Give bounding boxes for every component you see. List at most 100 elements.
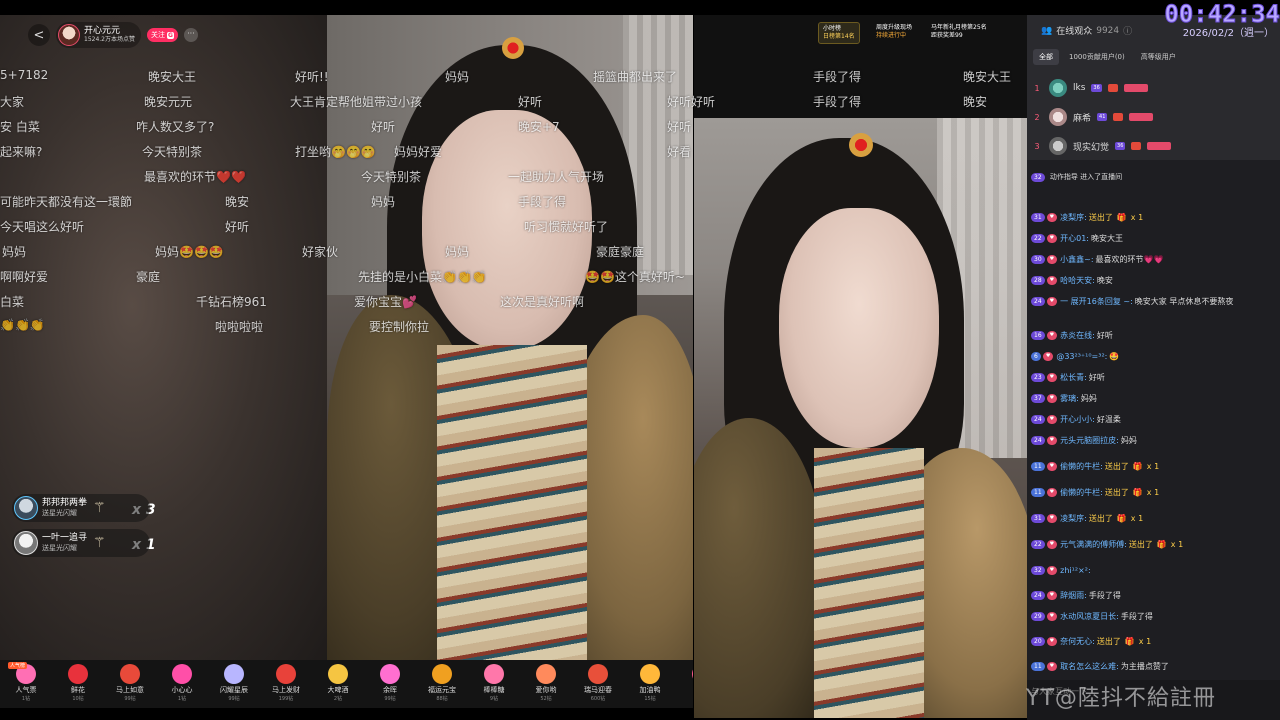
viewer-row[interactable]: 1 lks 36 [1027, 75, 1280, 101]
screen-root: < 开心元元 1524.2万本场点赞 关注 G ··· 5+7182 晚安大王 好听… [0, 0, 1280, 720]
chat-username[interactable]: 水动风凉夏日长: [1060, 612, 1119, 621]
gift-desc: 送星光闪耀 [42, 509, 77, 517]
tab-high-level[interactable]: 高等级用户 [1135, 49, 1182, 65]
level-badge: 24 [1031, 297, 1045, 306]
danmaku-message: 咋人数又多了? [136, 120, 215, 134]
fan-badge: ♥ [1046, 591, 1058, 600]
chat-username[interactable]: 开心小小: [1060, 415, 1095, 424]
pill-line: 距获奖差99 [931, 32, 963, 39]
gift-item[interactable]: 余晖 99钻 [364, 660, 416, 708]
danmaku-message: 一起助力人气开场 [508, 170, 605, 184]
chat-message[interactable]: 6 ♥ @33²³⁺¹⁰=³²: 🤩 [1031, 351, 1276, 362]
gift-label: 瑞马迎春 [584, 686, 612, 694]
gift-item[interactable]: 瑞马迎春 600钻 [572, 660, 624, 708]
gift-item[interactable]: 棒棒糖 9钻 [468, 660, 520, 708]
chat-message[interactable]: 29 ♥ 水动风凉夏日长: 手段了得 [1031, 611, 1276, 622]
gift-item[interactable]: 爱你哟 52钻 [520, 660, 572, 708]
gift-item[interactable]: 大啤酒 2钻 [312, 660, 364, 708]
chat-username[interactable]: 小鑫鑫~: [1060, 255, 1093, 264]
chat-message[interactable]: 24 ♥ 辞烟雨: 手段了得 [1031, 590, 1276, 601]
chat-username[interactable]: 松长青: [1060, 373, 1087, 382]
chat-message[interactable]: 24 ♥ 元头元脑圈拉皮: 妈妈 [1031, 435, 1276, 446]
gift-item[interactable]: 比心 [676, 660, 693, 708]
chat-message[interactable]: 31 ♥ 凌梨序: 送出了 🎁 x 1 [1031, 212, 1276, 223]
stream-video[interactable] [327, 15, 693, 660]
chat-text: 好听 [1088, 373, 1105, 382]
danmaku-message: 白菜 [0, 295, 25, 309]
chat-message[interactable]: 11 ♥ 偷懒的牛栏: 送出了 🎁 x 1 [1031, 487, 1276, 498]
gift-item[interactable]: 鲜花 10钻 [52, 660, 104, 708]
viewer-row[interactable]: 2 麻希 41 [1027, 104, 1280, 130]
chat-message[interactable]: 24 ♥ 一 展开16条回复 ~: 晚安大家 早点休息不要熬夜 [1031, 296, 1276, 307]
level-badge: 24 [1031, 415, 1045, 424]
danmaku-message: 好家伙 [302, 245, 339, 259]
help-icon[interactable]: ⓘ [1123, 24, 1132, 37]
level-badge: 24 [1031, 436, 1045, 445]
streamer-info[interactable]: 开心元元 1524.2万本场点赞 [56, 22, 141, 48]
pill-line: 周度升级现场 [876, 24, 913, 31]
fan-badge: ♥ [1046, 297, 1058, 306]
streamer-avatar[interactable] [58, 24, 80, 46]
chat-message[interactable]: 31 ♥ 凌梨序: 送出了 🎁 x 1 [1031, 513, 1276, 524]
chat-text: 晚安 [1096, 276, 1113, 285]
chat-username[interactable]: zhi¹²×²: [1060, 566, 1091, 575]
tab-all[interactable]: 全部 [1033, 49, 1059, 65]
chat-username[interactable]: 辞烟雨: [1060, 591, 1087, 600]
level-badge: 36 [1115, 142, 1126, 150]
danmaku-message: 妈妈 [445, 70, 470, 84]
gift-label: 加油鸭 [639, 686, 661, 694]
viewer-rank: 2 [1034, 112, 1040, 122]
chat-message[interactable]: 30 ♥ 小鑫鑫~: 最喜欢的环节💗💗 [1031, 254, 1276, 265]
back-button[interactable]: < [28, 24, 50, 46]
chat-message[interactable]: 16 ♥ 赤炎在线: 好听 [1031, 330, 1276, 341]
more-icon[interactable]: ··· [183, 28, 198, 42]
gift-sender-name: 一叶一追寻 [42, 533, 88, 543]
chat-message[interactable]: 20 ♥ 奈何无心: 送出了 🎁 x 1 [1031, 636, 1276, 647]
viewer-row[interactable]: 3 现实幻觉 36 [1027, 133, 1280, 159]
chat-username[interactable]: 哈哈天安: [1060, 276, 1095, 285]
chat-username[interactable]: 凌梨序: [1060, 514, 1087, 523]
viewer-tabs: 全部 1000贡献用户(0) 高等级用户 [1033, 49, 1182, 65]
gift-item[interactable]: 福运元宝 88钻 [416, 660, 468, 708]
follow-button[interactable]: 关注 G [147, 28, 178, 42]
danmaku-message: 好听好听 [667, 95, 716, 109]
chat-username[interactable]: 元头元脑圈拉皮: [1060, 436, 1119, 445]
chat-username[interactable]: 元气满满的傅师傅: [1060, 540, 1127, 549]
fan-badge: ♥ [1046, 540, 1058, 549]
gift-item[interactable]: 马上如意 99钻 [104, 660, 156, 708]
chat-username[interactable]: 偷懒的牛栏: [1060, 462, 1103, 471]
chat-username[interactable]: 开心01: [1060, 234, 1089, 243]
chat-text: 手段了得 [1120, 612, 1153, 621]
chat-message[interactable]: 37 ♥ 雾璃: 妈妈 [1031, 393, 1276, 404]
chat-username[interactable]: 取名怎么这么难: [1060, 662, 1119, 671]
gift-item[interactable]: 马上发财 199钻 [260, 660, 312, 708]
gift-item[interactable]: 闪耀星辰 99钻 [208, 660, 260, 708]
chat-username[interactable]: 赤炎在线: [1060, 331, 1095, 340]
chat-message[interactable]: 23 ♥ 松长青: 好听 [1031, 372, 1276, 383]
tab-contributors[interactable]: 1000贡献用户(0) [1063, 49, 1131, 65]
gift-item[interactable]: 加油鸭 15钻 [624, 660, 676, 708]
fan-badge [1147, 142, 1172, 150]
chat-message[interactable]: 28 ♥ 哈哈天安: 晚安 [1031, 275, 1276, 286]
secondary-stream-view[interactable] [694, 118, 1027, 718]
chat-message[interactable]: 22 ♥ 元气满满的傅师傅: 送出了 🎁 x 1 [1031, 539, 1276, 550]
chat-message[interactable]: 22 ♥ 开心01: 晚安大王 [1031, 233, 1276, 244]
upgrade-pill[interactable]: 周度升级现场 持续进行中 [872, 22, 916, 44]
chat-message[interactable]: 32 ♥ zhi¹²×²: [1031, 565, 1276, 576]
chat-username[interactable]: 凌梨序: [1060, 213, 1087, 222]
chat-message[interactable]: 11 ♥ 偷懒的牛栏: 送出了 🎁 x 1 [1031, 461, 1276, 472]
chat-username[interactable]: 奈何无心: [1060, 637, 1095, 646]
chat-message[interactable]: 11 ♥ 取名怎么这么难: 为主播点赞了 [1031, 661, 1276, 672]
chat-username[interactable]: @33²³⁺¹⁰=³²: [1056, 352, 1107, 361]
chat-username[interactable]: 一 展开16条回复 ~: [1060, 297, 1133, 306]
system-message: 32 动作指导 进入了直播间 [1031, 172, 1276, 183]
hourly-rank-pill[interactable]: 小时榜 日榜第14名 [818, 22, 860, 44]
gift-item[interactable]: 小心心 1钻 [156, 660, 208, 708]
chat-username[interactable]: 偷懒的牛栏: [1060, 488, 1103, 497]
danmaku-message: 摇篮曲都出来了 [593, 70, 678, 84]
chat-message[interactable]: 24 ♥ 开心小小: 好温柔 [1031, 414, 1276, 425]
monthly-rank-pill[interactable]: 马年新礼月榜第25名 距获奖差99 [927, 22, 991, 44]
chat-username[interactable]: 雾璃: [1060, 394, 1079, 403]
fan-badge: ♥ [1046, 276, 1058, 285]
main-stream-view[interactable] [0, 15, 693, 660]
